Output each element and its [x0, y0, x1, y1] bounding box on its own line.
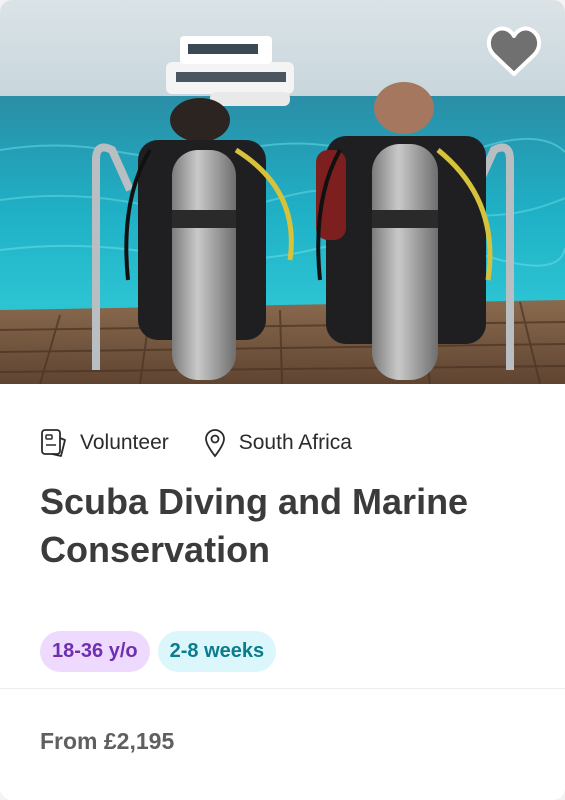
- divider: [0, 688, 565, 689]
- price-label: From £2,195: [40, 728, 175, 754]
- category-label: Volunteer: [80, 431, 169, 454]
- trip-card[interactable]: Volunteer South Africa Scuba Diving and …: [0, 0, 565, 800]
- tag-list: 18-36 y/o 2-8 weeks: [40, 631, 284, 672]
- trip-photo[interactable]: [0, 0, 565, 384]
- trip-meta: Volunteer South Africa: [40, 426, 352, 460]
- location-label: South Africa: [238, 431, 352, 454]
- trip-photo-illustration: [0, 0, 565, 384]
- trip-title[interactable]: Scuba Diving and Marine Conservation: [40, 478, 540, 574]
- map-pin-icon: [203, 428, 227, 458]
- age-range-tag: 18-36 y/o: [40, 631, 150, 672]
- duration-tag: 2-8 weeks: [157, 631, 277, 672]
- volunteer-id-card-icon: [40, 428, 68, 458]
- heart-icon[interactable]: [486, 26, 542, 78]
